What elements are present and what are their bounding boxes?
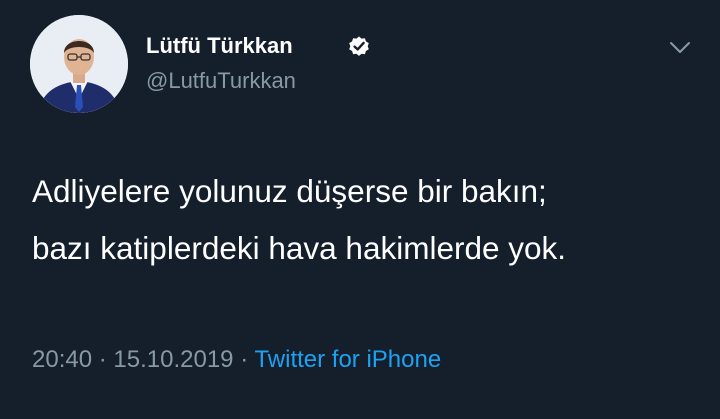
avatar-image <box>30 15 128 113</box>
tweet-card: Lütfü Türkkan @LutfuTurkkan Adliyelere y… <box>0 0 720 419</box>
avatar[interactable] <box>30 15 128 113</box>
tweet-text-line: bazı katiplerdeki hava hakimlerde yok. <box>32 230 567 266</box>
author-display-name[interactable]: Lütfü Türkkan <box>146 33 293 59</box>
author-handle[interactable]: @LutfuTurkkan <box>146 68 296 94</box>
tweet-source-link[interactable]: Twitter for iPhone <box>254 346 441 373</box>
verified-badge-icon <box>347 34 371 58</box>
tweet-date[interactable]: 15.10.2019 <box>113 346 233 373</box>
tweet-text-line: Adliyelere yolunuz düşerse bir bakın; <box>32 173 547 209</box>
tweet-text: Adliyelere yolunuz düşerse bir bakın; ba… <box>32 163 692 277</box>
chevron-down-icon[interactable] <box>668 38 692 58</box>
meta-separator: · <box>240 346 249 373</box>
tweet-meta: 20:40 · 15.10.2019 · Twitter for iPhone <box>32 346 441 374</box>
tweet-time[interactable]: 20:40 <box>32 346 92 373</box>
meta-separator: · <box>98 346 107 373</box>
